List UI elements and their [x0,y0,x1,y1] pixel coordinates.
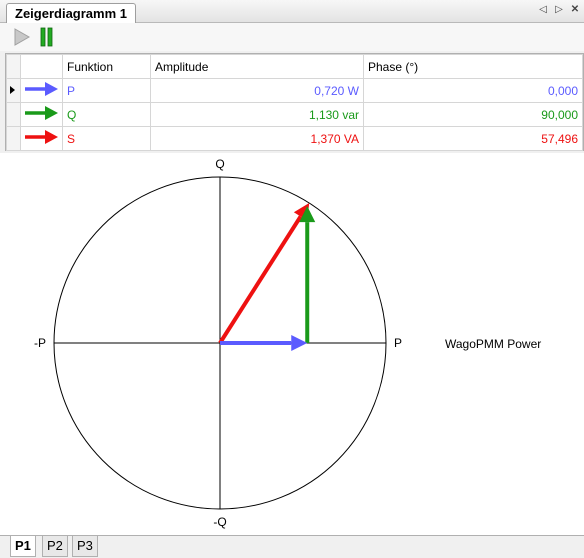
arrow-right-icon [25,82,58,96]
label-minus-q: -Q [213,515,226,529]
cell-phase: 90,000 [363,102,583,127]
toolbar [0,23,584,51]
cell-funktion: S [62,126,151,151]
table-header-row: Funktion Amplitude Phase (°) [6,54,583,79]
phasor-arrows [218,203,316,351]
tab-p3[interactable]: P3 [72,536,98,557]
row-selector-header [6,54,21,79]
scroll-left-icon[interactable]: ◁ [538,4,548,16]
cell-funktion: P [62,78,151,103]
close-icon[interactable]: ✕ [570,4,580,16]
row-pointer-icon [10,85,15,94]
arrow-right-icon [25,130,58,144]
row-selector[interactable] [6,102,21,127]
label-p: P [394,336,402,350]
arrow-right-icon [25,106,58,120]
cell-amplitude: 0,720 W [150,78,364,103]
table-row[interactable]: P 0,720 W 0,000 [6,78,583,103]
phasor-table: Funktion Amplitude Phase (°) P 0,720 W 0… [5,53,584,151]
cell-amplitude: 1,370 VA [150,126,364,151]
play-button[interactable] [10,26,32,48]
legend-label: WagoPMM Power [445,337,541,351]
row-selector[interactable] [6,126,21,151]
cell-phase: 0,000 [363,78,583,103]
table-row[interactable]: Q 1,130 var 90,000 [6,102,583,127]
table-row[interactable]: S 1,370 VA 57,496 [6,126,583,151]
column-header-phase[interactable]: Phase (°) [363,54,583,79]
row-arrow-cell [20,126,63,151]
cell-funktion: Q [62,102,151,127]
cell-amplitude: 1,130 var [150,102,364,127]
label-q: Q [215,157,224,171]
phasor-diagram: Q -Q -P P WagoPMM Power [0,153,584,535]
tab-p1[interactable]: P1 [10,536,36,557]
column-header-amplitude[interactable]: Amplitude [150,54,364,79]
phasor-diagram-svg: Q -Q -P P WagoPMM Power [34,157,541,529]
tab-zeigerdiagramm[interactable]: Zeigerdiagramm 1 [6,3,136,23]
tab-p2[interactable]: P2 [42,536,68,557]
play-icon [14,28,31,46]
pause-icon [40,27,53,47]
phasor-p-head [291,335,308,351]
row-arrow-cell [20,78,63,103]
row-selector[interactable] [6,78,21,103]
column-header-funktion[interactable]: Funktion [62,54,151,79]
label-minus-p: -P [34,336,46,350]
phasor-s-shaft [218,215,303,345]
pause-button[interactable] [36,26,58,48]
scroll-right-icon[interactable]: ▷ [554,4,564,16]
window-titlebar: Zeigerdiagramm 1 ◁ ▷ ✕ [0,0,584,23]
arrow-header [20,54,63,79]
cell-phase: 57,496 [363,126,583,151]
row-arrow-cell [20,102,63,127]
window-controls: ◁ ▷ ✕ [538,4,580,16]
phase-tabs: P1 P2 P3 [0,535,584,558]
